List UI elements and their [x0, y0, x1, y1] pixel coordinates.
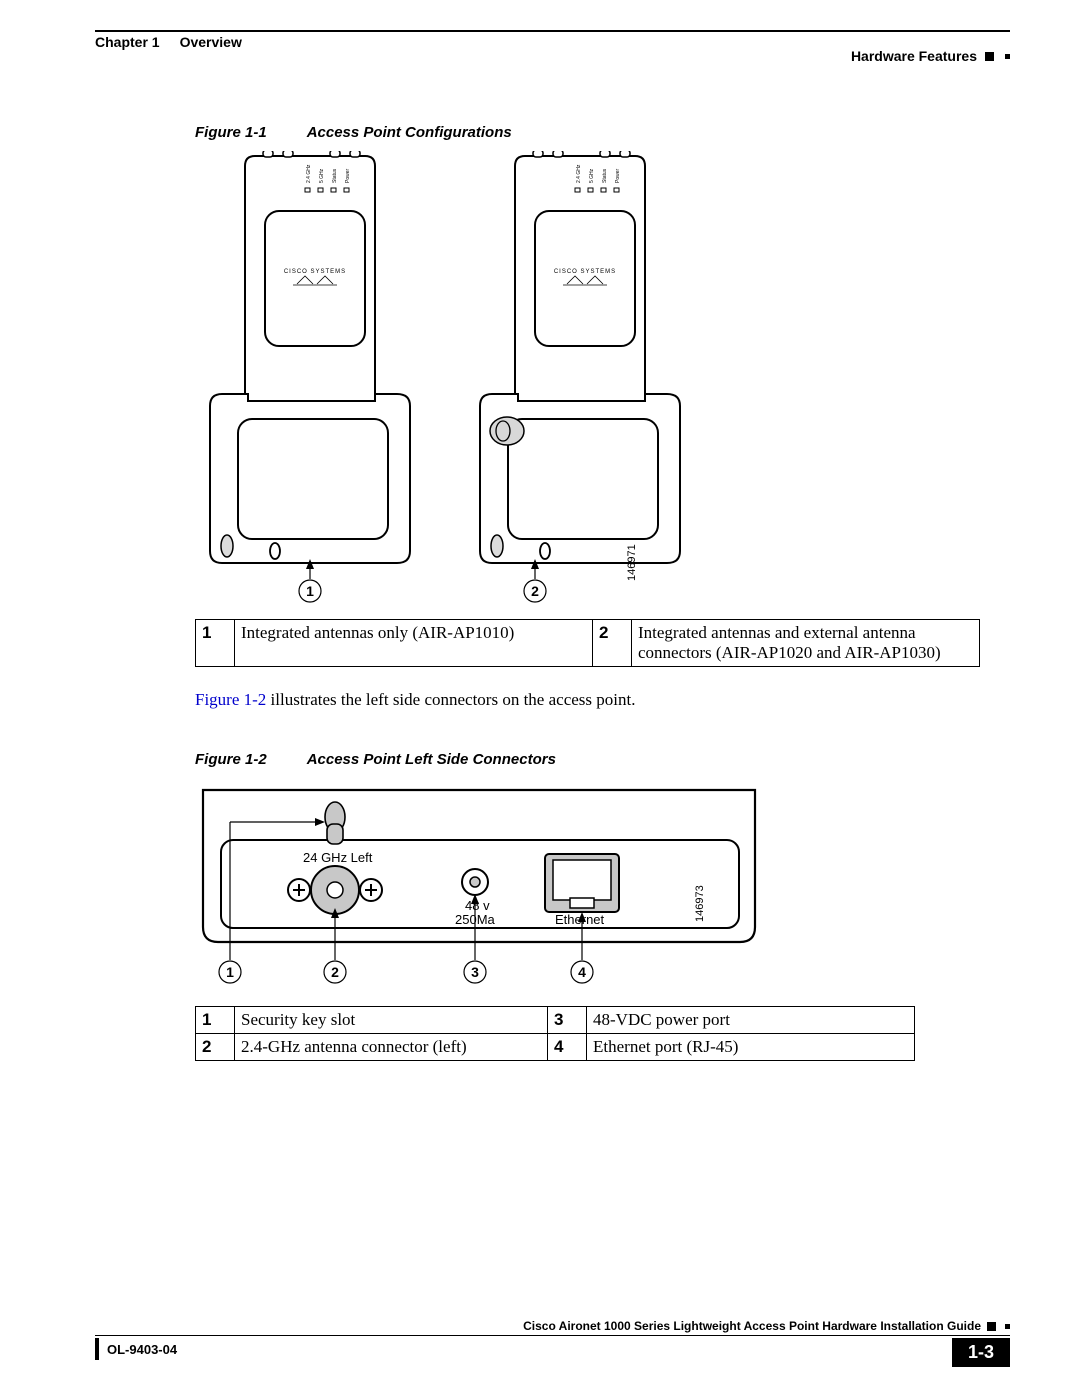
figure-2-label: Figure 1-2 [195, 751, 267, 768]
led-label: 5 GHz [319, 168, 325, 183]
page: Chapter 1 Overview Hardware Features Fig… [0, 0, 1080, 1397]
figure-1-drawing-id: 146971 [626, 544, 638, 581]
antenna-label: 24 GHz Left [303, 850, 373, 865]
figure-1-title: Access Point Configurations [307, 124, 512, 141]
chapter-title: Overview [180, 34, 242, 50]
vertical-bar-icon [95, 1338, 99, 1360]
led-label: 5 GHz [589, 168, 595, 183]
legend-text: 2.4-GHz antenna connector (left) [235, 1034, 548, 1061]
led-label: 2.4 GHz [306, 164, 312, 183]
section-title: Hardware Features [851, 48, 977, 64]
callout-2: 2 [531, 583, 539, 599]
legend-num: 3 [548, 1007, 587, 1034]
figure-1-drawing: 2.4 GHz 5 GHz Status Power CISCO SYSTEMS [195, 151, 1010, 611]
figure-2-caption: Figure 1-2 Access Point Left Side Connec… [195, 751, 1010, 768]
callout-1: 1 [226, 964, 234, 980]
led-label: Power [615, 168, 621, 183]
figure-1-legend: 1 Integrated antennas only (AIR-AP1010) … [195, 619, 980, 667]
body-text-rest: illustrates the left side connectors on … [266, 690, 635, 709]
power-label-1: 48 v [465, 898, 490, 913]
legend-num: 2 [593, 620, 632, 667]
figure-2-title: Access Point Left Side Connectors [307, 751, 556, 768]
access-point-illustration: 2.4 GHz 5 GHz Status Power CISCO SYSTEMS [195, 151, 895, 611]
doc-number: OL-9403-04 [107, 1342, 177, 1357]
footer-guide-title: Cisco Aironet 1000 Series Lightweight Ac… [523, 1319, 981, 1333]
small-square-icon [1005, 54, 1010, 59]
callout-4: 4 [578, 964, 586, 980]
footer-guide-line: Cisco Aironet 1000 Series Lightweight Ac… [95, 1319, 1010, 1336]
chapter-number: Chapter 1 [95, 34, 160, 50]
legend-text: 48-VDC power port [587, 1007, 915, 1034]
header-rule [95, 30, 1010, 32]
section-label: Hardware Features [851, 48, 1010, 64]
footer-docnum: OL-9403-04 [95, 1338, 177, 1360]
legend-text: Security key slot [235, 1007, 548, 1034]
legend-text: Integrated antennas and external antenna… [632, 620, 980, 667]
led-label: Status [602, 168, 608, 183]
cisco-logo-text: CISCO SYSTEMS [554, 269, 616, 275]
cisco-logo-text: CISCO SYSTEMS [284, 269, 346, 275]
page-footer: Cisco Aironet 1000 Series Lightweight Ac… [95, 1319, 1010, 1367]
figure-2-drawing-id: 146973 [694, 885, 706, 922]
legend-num: 2 [196, 1034, 235, 1061]
footer-bottom: OL-9403-04 1-3 [95, 1338, 1010, 1367]
square-icon [985, 52, 994, 61]
legend-text: Ethernet port (RJ-45) [587, 1034, 915, 1061]
figure-2-drawing: 24 GHz Left 48 v 250Ma Ethernet 146973 [195, 782, 1010, 992]
led-label: Power [345, 168, 351, 183]
legend-num: 4 [548, 1034, 587, 1061]
page-header: Chapter 1 Overview Hardware Features [95, 34, 1010, 64]
small-square-icon [1005, 1324, 1010, 1329]
side-connector-illustration: 24 GHz Left 48 v 250Ma Ethernet 146973 [195, 782, 775, 992]
callout-3: 3 [471, 964, 479, 980]
legend-text: Integrated antennas only (AIR-AP1010) [235, 620, 593, 667]
chapter-label: Chapter 1 Overview [95, 34, 242, 50]
figure-1-caption: Figure 1-1 Access Point Configurations [195, 124, 1010, 141]
led-label: 2.4 GHz [576, 164, 582, 183]
figure-reference-link[interactable]: Figure 1-2 [195, 690, 266, 709]
callout-2: 2 [331, 964, 339, 980]
legend-num: 1 [196, 1007, 235, 1034]
figure-2-legend: 1 Security key slot 3 48-VDC power port … [195, 1006, 915, 1061]
square-icon [987, 1322, 996, 1331]
body-paragraph: Figure 1-2 illustrates the left side con… [195, 689, 1010, 711]
led-label: Status [332, 168, 338, 183]
legend-num: 1 [196, 620, 235, 667]
figure-1-label: Figure 1-1 [195, 124, 267, 141]
page-number: 1-3 [952, 1338, 1010, 1367]
callout-1: 1 [306, 583, 314, 599]
